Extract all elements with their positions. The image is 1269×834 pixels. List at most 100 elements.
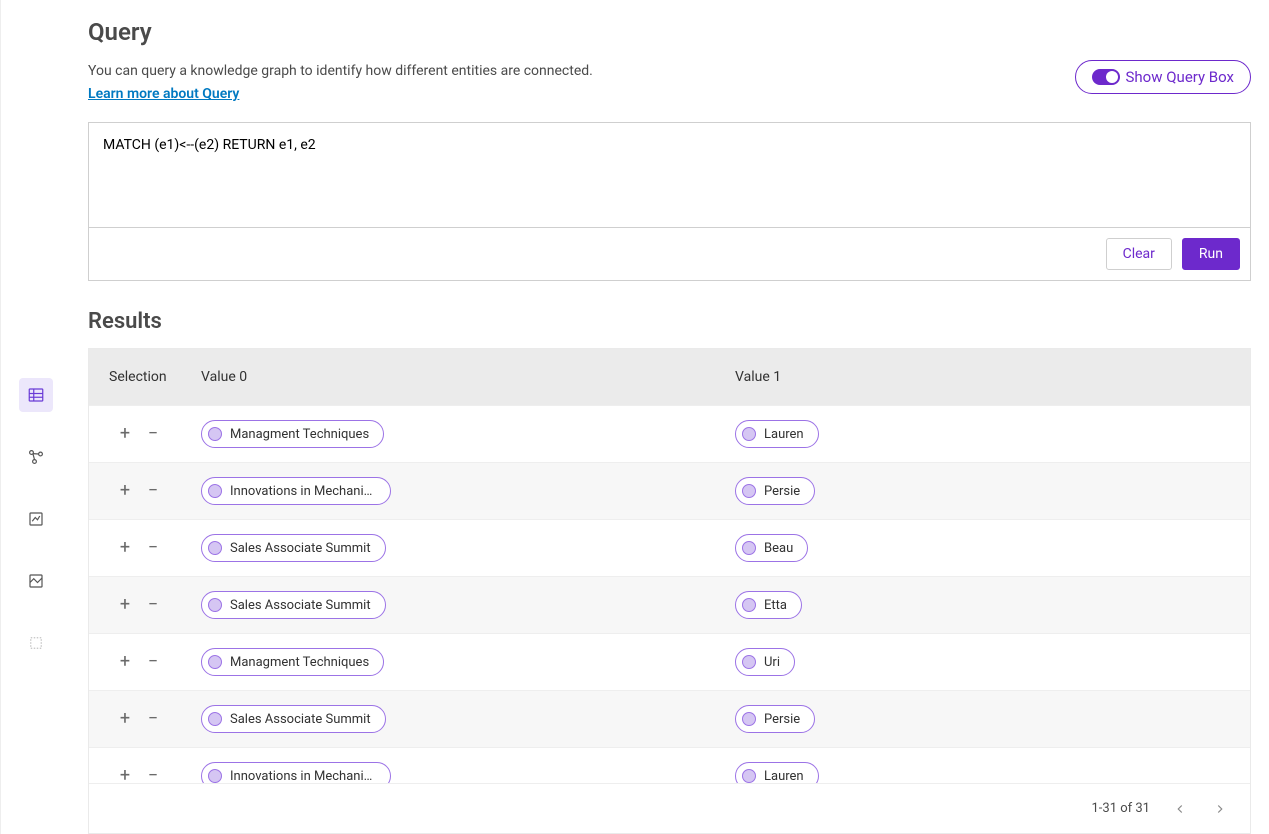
entity-chip[interactable]: Managment Techniques bbox=[201, 420, 384, 448]
table-row: +− Sales Associate Summit Beau bbox=[89, 519, 1250, 576]
main-panel: Query You can query a knowledge graph to… bbox=[70, 0, 1269, 834]
entity-chip-label: Beau bbox=[764, 541, 793, 556]
value0-cell: Sales Associate Summit bbox=[189, 534, 723, 562]
value0-cell: Managment Techniques bbox=[189, 420, 723, 448]
entity-chip-label: Managment Techniques bbox=[230, 427, 369, 442]
add-to-selection-button[interactable]: + bbox=[118, 653, 132, 671]
pager-prev-button[interactable] bbox=[1170, 799, 1190, 819]
table-row: +− Innovations in Mechanical... Persie bbox=[89, 462, 1250, 519]
entity-dot-icon bbox=[208, 769, 222, 783]
entity-dot-icon bbox=[208, 712, 222, 726]
value1-cell: Beau bbox=[723, 534, 1250, 562]
entity-chip-label: Lauren bbox=[764, 427, 804, 442]
table-row: +− Managment Techniques Lauren bbox=[89, 405, 1250, 462]
table-row: +− Innovations in Mechanical... Lauren bbox=[89, 747, 1250, 783]
pager-text: 1-31 of 31 bbox=[1091, 801, 1150, 816]
value1-cell: Persie bbox=[723, 477, 1250, 505]
entity-dot-icon bbox=[208, 598, 222, 612]
add-to-selection-button[interactable]: + bbox=[118, 425, 132, 443]
page-title: Query bbox=[88, 18, 1251, 46]
graph-view-button[interactable] bbox=[19, 440, 53, 474]
entity-chip[interactable]: Persie bbox=[735, 705, 815, 733]
entity-chip[interactable]: Persie bbox=[735, 477, 815, 505]
entity-dot-icon bbox=[742, 769, 756, 783]
entity-chip[interactable]: Lauren bbox=[735, 762, 819, 783]
entity-dot-icon bbox=[208, 427, 222, 441]
remove-from-selection-button[interactable]: − bbox=[146, 482, 160, 500]
value0-cell: Innovations in Mechanical... bbox=[189, 477, 723, 505]
remove-from-selection-button[interactable]: − bbox=[146, 425, 160, 443]
add-to-selection-button[interactable]: + bbox=[118, 539, 132, 557]
entity-chip[interactable]: Beau bbox=[735, 534, 808, 562]
table-row: +− Sales Associate Summit Etta bbox=[89, 576, 1250, 633]
entity-chip-label: Sales Associate Summit bbox=[230, 598, 371, 613]
learn-more-link[interactable]: Learn more about Query bbox=[88, 86, 239, 102]
value0-cell: Sales Associate Summit bbox=[189, 705, 723, 733]
table-header: Selection Value 0 Value 1 bbox=[89, 349, 1250, 405]
entity-dot-icon bbox=[208, 655, 222, 669]
entity-chip-label: Persie bbox=[764, 484, 800, 499]
entity-dot-icon bbox=[742, 484, 756, 498]
add-to-selection-button[interactable]: + bbox=[118, 767, 132, 783]
remove-from-selection-button[interactable]: − bbox=[146, 767, 160, 783]
selection-cell: +− bbox=[89, 710, 189, 728]
entity-dot-icon bbox=[208, 484, 222, 498]
remove-from-selection-button[interactable]: − bbox=[146, 653, 160, 671]
value1-cell: Persie bbox=[723, 705, 1250, 733]
entity-chip[interactable]: Innovations in Mechanical... bbox=[201, 477, 391, 505]
left-toolbar bbox=[0, 0, 70, 834]
entity-dot-icon bbox=[742, 598, 756, 612]
entity-chip-label: Managment Techniques bbox=[230, 655, 369, 670]
value0-cell: Innovations in Mechanical... bbox=[189, 762, 723, 783]
table-row: +− Managment Techniques Uri bbox=[89, 633, 1250, 690]
entity-chip[interactable]: Managment Techniques bbox=[201, 648, 384, 676]
add-to-selection-button[interactable]: + bbox=[118, 596, 132, 614]
chevron-right-icon bbox=[1213, 802, 1227, 816]
show-query-box-toggle[interactable]: Show Query Box bbox=[1075, 60, 1251, 94]
pager-next-button[interactable] bbox=[1210, 799, 1230, 819]
results-title: Results bbox=[88, 309, 1251, 334]
page-description: You can query a knowledge graph to ident… bbox=[88, 60, 593, 82]
description-block: You can query a knowledge graph to ident… bbox=[88, 60, 593, 102]
entity-chip[interactable]: Lauren bbox=[735, 420, 819, 448]
value0-cell: Sales Associate Summit bbox=[189, 591, 723, 619]
export-button bbox=[19, 626, 53, 660]
selection-cell: +− bbox=[89, 425, 189, 443]
entity-dot-icon bbox=[208, 541, 222, 555]
entity-dot-icon bbox=[742, 655, 756, 669]
add-to-selection-button[interactable]: + bbox=[118, 710, 132, 728]
clear-button[interactable]: Clear bbox=[1106, 238, 1172, 270]
table-row: +− Sales Associate Summit Persie bbox=[89, 690, 1250, 747]
table-view-button[interactable] bbox=[19, 378, 53, 412]
add-to-selection-button[interactable]: + bbox=[118, 482, 132, 500]
selection-cell: +− bbox=[89, 767, 189, 783]
query-box: Clear Run bbox=[88, 122, 1251, 281]
value1-cell: Lauren bbox=[723, 762, 1250, 783]
selection-cell: +− bbox=[89, 539, 189, 557]
remove-from-selection-button[interactable]: − bbox=[146, 539, 160, 557]
entity-chip[interactable]: Sales Associate Summit bbox=[201, 534, 386, 562]
chevron-left-icon bbox=[1173, 802, 1187, 816]
toggle-label: Show Query Box bbox=[1126, 68, 1234, 86]
entity-dot-icon bbox=[742, 541, 756, 555]
entity-chip[interactable]: Sales Associate Summit bbox=[201, 705, 386, 733]
entity-dot-icon bbox=[742, 427, 756, 441]
entity-chip-label: Innovations in Mechanical... bbox=[230, 769, 376, 783]
value1-cell: Lauren bbox=[723, 420, 1250, 448]
entity-chip-label: Lauren bbox=[764, 769, 804, 783]
card-view-button[interactable] bbox=[19, 502, 53, 536]
entity-dot-icon bbox=[742, 712, 756, 726]
value0-cell: Managment Techniques bbox=[189, 648, 723, 676]
selection-cell: +− bbox=[89, 653, 189, 671]
entity-chip[interactable]: Etta bbox=[735, 591, 802, 619]
query-input[interactable] bbox=[89, 123, 1250, 227]
run-button[interactable]: Run bbox=[1182, 238, 1240, 270]
map-view-button[interactable] bbox=[19, 564, 53, 598]
entity-chip[interactable]: Innovations in Mechanical... bbox=[201, 762, 391, 783]
header-value0: Value 0 bbox=[189, 369, 723, 385]
remove-from-selection-button[interactable]: − bbox=[146, 710, 160, 728]
entity-chip[interactable]: Uri bbox=[735, 648, 795, 676]
entity-chip[interactable]: Sales Associate Summit bbox=[201, 591, 386, 619]
remove-from-selection-button[interactable]: − bbox=[146, 596, 160, 614]
selection-cell: +− bbox=[89, 596, 189, 614]
